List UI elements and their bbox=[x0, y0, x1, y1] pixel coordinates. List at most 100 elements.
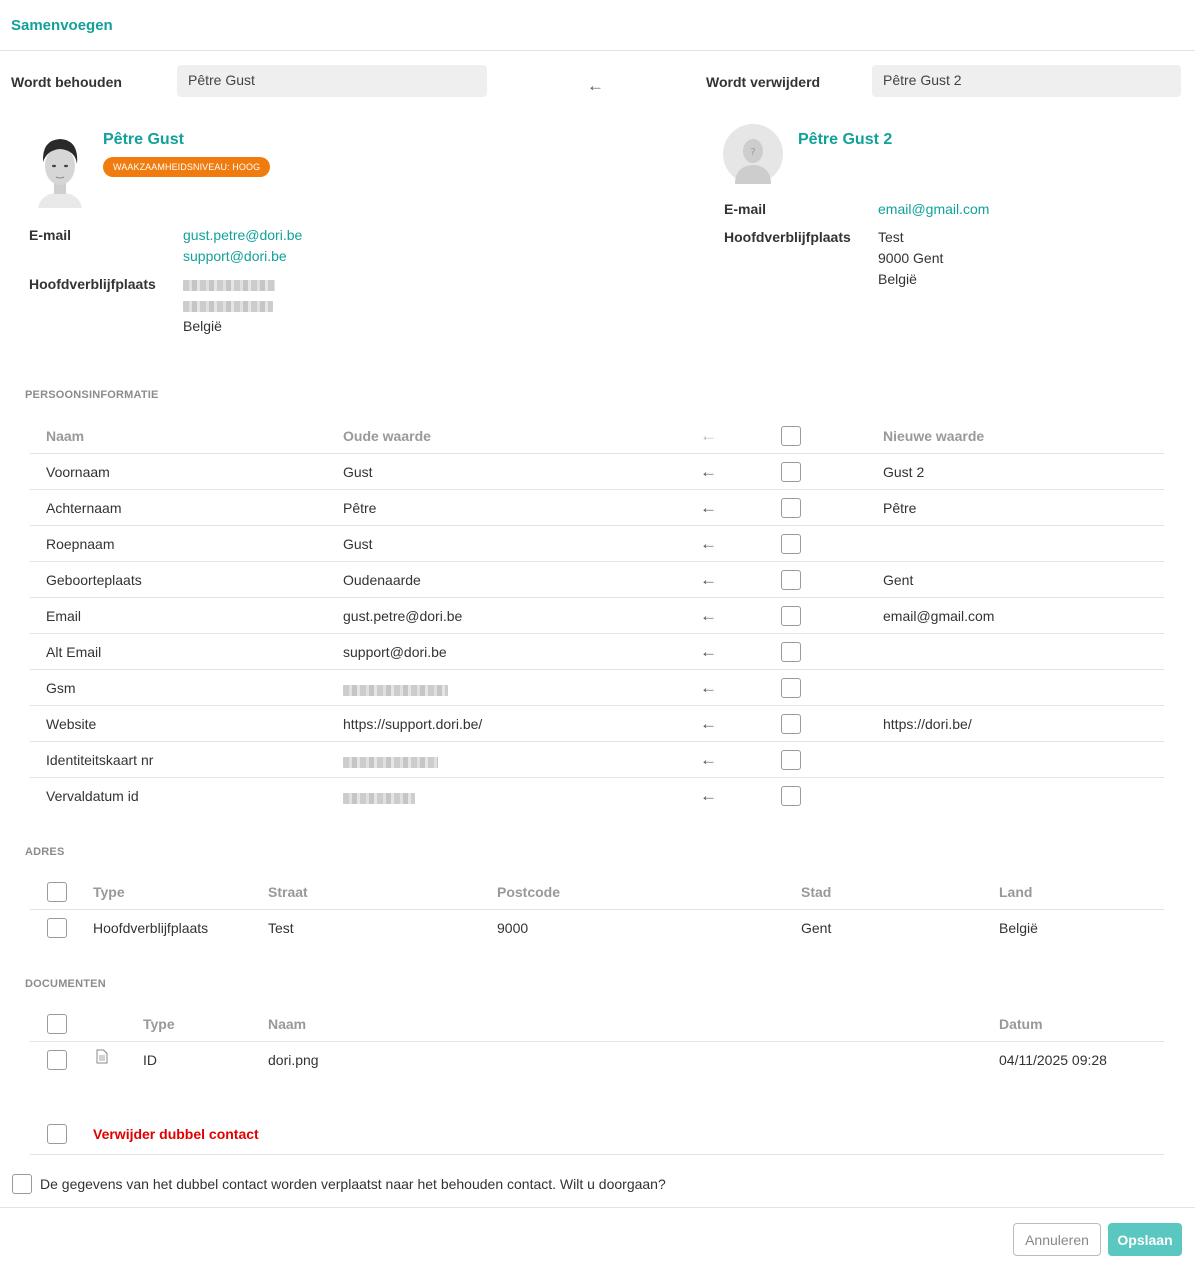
arrow-left-icon[interactable]: ← bbox=[700, 499, 717, 516]
document-name[interactable]: dori.png bbox=[268, 1052, 319, 1068]
save-button[interactable]: Opslaan bbox=[1108, 1223, 1182, 1256]
address-type: Hoofdverblijfplaats bbox=[93, 920, 209, 936]
row-select-checkbox[interactable] bbox=[781, 678, 801, 698]
row-select-checkbox[interactable] bbox=[781, 642, 801, 662]
row-select-checkbox[interactable] bbox=[781, 714, 801, 734]
new-value: Gust 2 bbox=[883, 464, 925, 480]
col-header-city: Stad bbox=[801, 884, 832, 900]
col-header-type: Type bbox=[93, 884, 125, 900]
row-select-checkbox[interactable] bbox=[781, 606, 801, 626]
row-divider bbox=[30, 561, 1164, 562]
row-divider bbox=[30, 633, 1164, 634]
col-header-old: Oude waarde bbox=[343, 428, 431, 444]
row-divider bbox=[30, 705, 1164, 706]
document-icon[interactable] bbox=[96, 1049, 108, 1067]
keep-contact-field[interactable]: Pêtre Gust bbox=[177, 65, 487, 97]
col-header-doc-name: Naam bbox=[268, 1016, 307, 1032]
arrow-left-icon: ← bbox=[700, 426, 717, 445]
left-address-label: Hoofdverblijfplaats bbox=[29, 276, 156, 292]
keep-label: Wordt behouden bbox=[11, 74, 122, 90]
old-value-redacted bbox=[343, 755, 438, 771]
col-header-street: Straat bbox=[268, 884, 308, 900]
field-name: Alt Email bbox=[46, 644, 102, 660]
left-address-street-redacted bbox=[183, 278, 275, 294]
row-divider bbox=[30, 525, 1164, 526]
remove-contact-field[interactable]: Pêtre Gust 2 bbox=[872, 65, 1181, 97]
address-postcode: 9000 bbox=[497, 920, 529, 936]
header-divider bbox=[0, 50, 1195, 51]
old-value: support@dori.be bbox=[343, 644, 447, 660]
right-address-line: 9000 Gent bbox=[878, 250, 944, 266]
old-value: Oudenaarde bbox=[343, 572, 421, 588]
field-name: Gsm bbox=[46, 680, 76, 696]
arrow-left-icon[interactable]: ← bbox=[700, 751, 717, 768]
row-select-checkbox[interactable] bbox=[781, 498, 801, 518]
field-name: Identiteitskaart nr bbox=[46, 752, 154, 768]
left-address-city-redacted bbox=[183, 299, 273, 315]
field-name: Vervaldatum id bbox=[46, 788, 139, 804]
delete-duplicate-label[interactable]: Verwijder dubbel contact bbox=[93, 1126, 259, 1142]
col-header-new: Nieuwe waarde bbox=[883, 428, 985, 444]
old-value: gust.petre@dori.be bbox=[343, 608, 463, 624]
col-header-name: Naam bbox=[46, 428, 85, 444]
confirm-checkbox[interactable] bbox=[12, 1174, 32, 1194]
svg-text:?: ? bbox=[750, 147, 755, 158]
document-date: 04/11/2025 09:28 bbox=[999, 1052, 1107, 1068]
row-select-checkbox[interactable] bbox=[781, 462, 801, 482]
section-title-documents: DOCUMENTEN bbox=[25, 978, 106, 990]
arrow-left-icon[interactable]: ← bbox=[700, 535, 717, 552]
dialog-title: Samenvoegen bbox=[11, 17, 113, 34]
new-value: Gent bbox=[883, 572, 914, 588]
arrow-left-icon[interactable]: ← bbox=[700, 679, 717, 696]
left-email-label: E-mail bbox=[29, 227, 72, 243]
arrow-left-icon[interactable]: ← bbox=[700, 463, 717, 480]
arrow-left-icon[interactable]: ← bbox=[700, 571, 717, 588]
select-all-persons-checkbox[interactable] bbox=[781, 426, 801, 446]
field-name: Website bbox=[46, 716, 97, 732]
row-divider bbox=[30, 777, 1164, 778]
field-name: Voornaam bbox=[46, 464, 110, 480]
field-name: Email bbox=[46, 608, 82, 624]
old-value: Pêtre bbox=[343, 500, 377, 516]
left-email-2[interactable]: support@dori.be bbox=[183, 248, 287, 264]
vigilance-badge: WAAKZAAMHEIDSNIVEAU: HOOG bbox=[103, 157, 271, 177]
right-contact-name[interactable]: Pêtre Gust 2 bbox=[798, 131, 892, 149]
row-select-checkbox[interactable] bbox=[781, 750, 801, 770]
address-row-checkbox[interactable] bbox=[47, 918, 67, 938]
right-email[interactable]: email@gmail.com bbox=[878, 201, 989, 217]
row-select-checkbox[interactable] bbox=[781, 570, 801, 590]
select-all-address-checkbox[interactable] bbox=[47, 882, 67, 902]
arrow-left-icon[interactable]: ← bbox=[700, 643, 717, 660]
row-divider bbox=[30, 741, 1164, 742]
old-value: Gust bbox=[343, 536, 373, 552]
remove-label: Wordt verwijderd bbox=[706, 74, 821, 90]
address-street: Test bbox=[268, 920, 294, 936]
confirm-text: De gegevens van het dubbel contact worde… bbox=[40, 1176, 666, 1192]
arrow-left-icon: ← bbox=[587, 76, 604, 95]
left-address-country: België bbox=[183, 318, 222, 334]
cancel-button[interactable]: Annuleren bbox=[1013, 1223, 1101, 1256]
footer-divider bbox=[0, 1207, 1195, 1208]
address-country: België bbox=[999, 920, 1038, 936]
delete-duplicate-checkbox[interactable] bbox=[47, 1124, 67, 1144]
field-name: Roepnaam bbox=[46, 536, 115, 552]
document-row-checkbox[interactable] bbox=[47, 1050, 67, 1070]
row-select-checkbox[interactable] bbox=[781, 534, 801, 554]
row-select-checkbox[interactable] bbox=[781, 786, 801, 806]
arrow-left-icon[interactable]: ← bbox=[700, 787, 717, 804]
new-value: Pêtre bbox=[883, 500, 917, 516]
section-title-address: ADRES bbox=[25, 846, 65, 858]
arrow-left-icon[interactable]: ← bbox=[700, 715, 717, 732]
row-divider bbox=[30, 669, 1164, 670]
old-value: Gust bbox=[343, 464, 373, 480]
field-name: Achternaam bbox=[46, 500, 122, 516]
row-divider bbox=[30, 489, 1164, 490]
col-header-doc-date: Datum bbox=[999, 1016, 1043, 1032]
old-value: https://support.dori.be/ bbox=[343, 716, 483, 732]
person-silhouette-icon: ? bbox=[723, 124, 783, 184]
left-contact-name[interactable]: Pêtre Gust bbox=[103, 131, 184, 149]
select-all-documents-checkbox[interactable] bbox=[47, 1014, 67, 1034]
address-city: Gent bbox=[801, 920, 832, 936]
left-email-1[interactable]: gust.petre@dori.be bbox=[183, 227, 302, 243]
arrow-left-icon[interactable]: ← bbox=[700, 607, 717, 624]
